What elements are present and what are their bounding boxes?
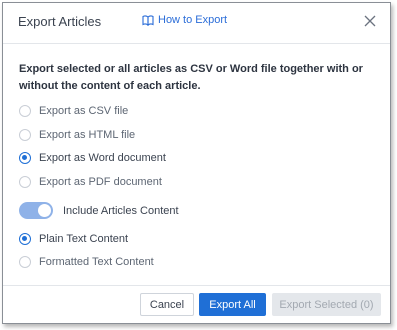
export-articles-dialog: Export Articles How to Export Export sel…: [2, 2, 391, 324]
radio-csv[interactable]: [19, 105, 31, 117]
option-word-label: Export as Word document: [39, 152, 166, 164]
option-pdf-label: Export as PDF document: [39, 176, 162, 188]
close-icon[interactable]: [364, 15, 376, 27]
how-to-export-link[interactable]: How to Export: [142, 14, 227, 26]
radio-formatted-text[interactable]: [19, 256, 31, 268]
option-formatted-text-label: Formatted Text Content: [39, 256, 154, 268]
dialog-footer: Cancel Export All Export Selected (0): [3, 285, 390, 323]
book-icon: [142, 14, 154, 26]
option-pdf[interactable]: Export as PDF document: [19, 176, 162, 188]
how-to-export-label: How to Export: [158, 14, 228, 26]
option-plain-text-label: Plain Text Content: [39, 233, 129, 245]
option-plain-text[interactable]: Plain Text Content: [19, 233, 128, 245]
option-csv-label: Export as CSV file: [39, 105, 129, 117]
cancel-button[interactable]: Cancel: [140, 293, 194, 316]
include-content-label: Include Articles Content: [63, 204, 179, 217]
include-content-row: Include Articles Content: [19, 202, 179, 219]
radio-html[interactable]: [19, 129, 31, 141]
option-formatted-text[interactable]: Formatted Text Content: [19, 256, 154, 268]
radio-pdf[interactable]: [19, 176, 31, 188]
export-all-button[interactable]: Export All: [199, 293, 266, 316]
include-content-toggle[interactable]: [19, 202, 53, 219]
dialog-title: Export Articles: [18, 14, 102, 29]
radio-plain-text[interactable]: [19, 233, 31, 245]
dialog-header: Export Articles How to Export: [3, 3, 390, 44]
dialog-description: Export selected or all articles as CSV o…: [19, 63, 363, 92]
option-word[interactable]: Export as Word document: [19, 152, 166, 164]
export-selected-button[interactable]: Export Selected (0): [272, 293, 381, 316]
option-html[interactable]: Export as HTML file: [19, 129, 135, 141]
radio-word[interactable]: [19, 152, 31, 164]
option-html-label: Export as HTML file: [39, 129, 136, 141]
option-csv[interactable]: Export as CSV file: [19, 105, 128, 117]
